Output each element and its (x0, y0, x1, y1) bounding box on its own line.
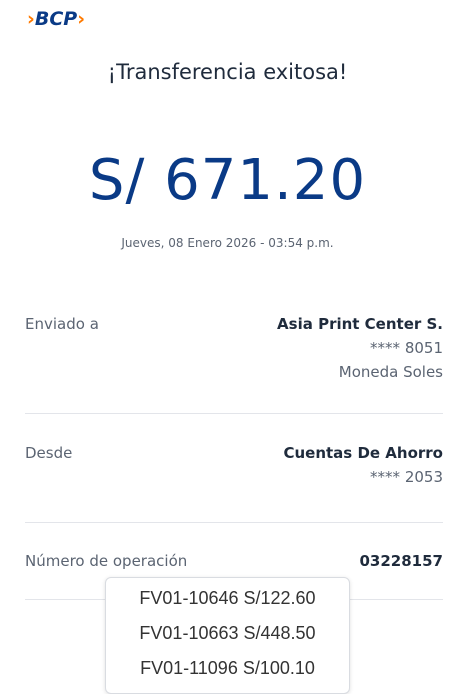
recipient-name: Asia Print Center S. (277, 315, 443, 333)
recipient-currency: Moneda Soles (338, 363, 443, 381)
sent-to-label: Enviado a (25, 315, 99, 333)
invoice-list: FV01-10646 S/122.60 FV01-10663 S/448.50 … (105, 577, 350, 694)
status-title: ¡Transferencia exitosa! (107, 60, 348, 84)
recipient-account: **** 8051 (370, 339, 443, 357)
operation-label: Número de operación (25, 552, 188, 570)
invoice-item: FV01-11096 S/100.10 (140, 658, 315, 678)
from-values: Cuentas De Ahorro **** 2053 (283, 441, 443, 489)
transfer-datetime: Jueves, 08 Enero 2026 - 03:54 p.m. (121, 236, 334, 250)
operation-number: 03228157 (359, 552, 444, 570)
source-account-type: Cuentas De Ahorro (283, 444, 443, 462)
divider (25, 413, 443, 414)
source-account: **** 2053 (370, 468, 443, 486)
divider (25, 522, 443, 523)
invoice-item: FV01-10646 S/122.60 (139, 588, 316, 608)
from-label: Desde (25, 444, 73, 462)
transfer-amount: S/ 671.20 (88, 148, 367, 213)
bcp-logo: ›BCP› (27, 8, 85, 30)
logo-chevron-left-icon: › (27, 8, 35, 30)
operation-values: 03228157 (360, 549, 444, 573)
invoice-item: FV01-10663 S/448.50 (139, 623, 316, 643)
logo-text: BCP (34, 8, 78, 30)
logo-chevron-right-icon: › (77, 8, 86, 30)
sent-to-values: Asia Print Center S. **** 8051 Moneda So… (277, 312, 443, 384)
